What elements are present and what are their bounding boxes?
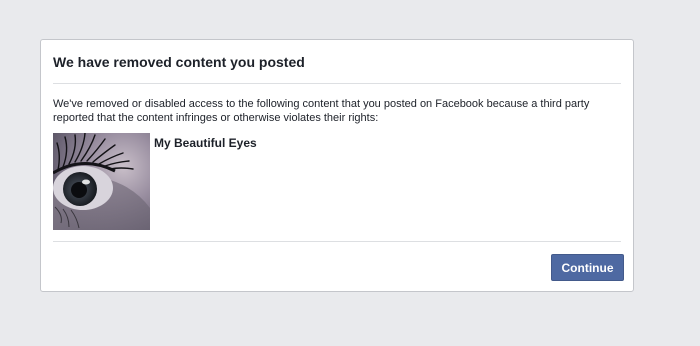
header-divider <box>53 83 621 84</box>
content-item-title: My Beautiful Eyes <box>154 136 257 150</box>
removal-message: We've removed or disabled access to the … <box>53 98 590 124</box>
removed-content-dialog: We have removed content you posted We've… <box>40 39 634 292</box>
continue-button[interactable]: Continue <box>551 254 624 281</box>
dialog-title: We have removed content you posted <box>53 54 305 70</box>
removed-content-item: My Beautiful Eyes <box>53 133 257 230</box>
footer-divider <box>53 241 621 242</box>
eye-photo-thumbnail <box>53 133 150 230</box>
